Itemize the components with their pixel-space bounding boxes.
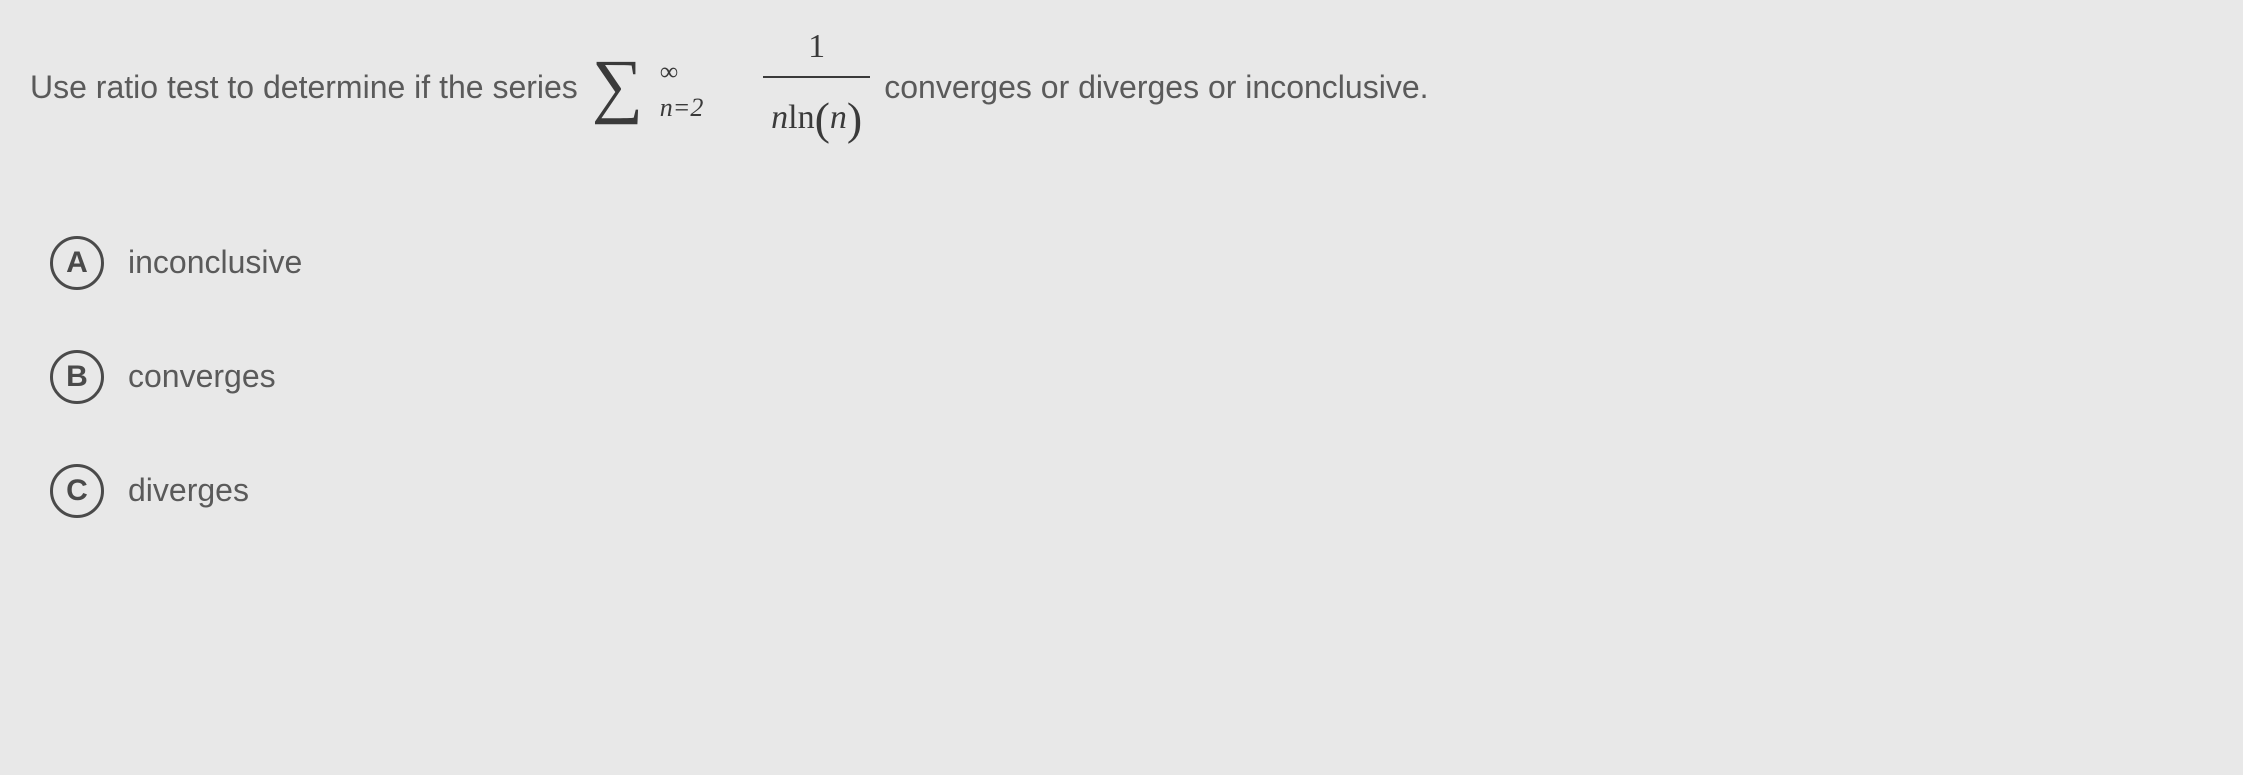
option-label: inconclusive [128,244,302,281]
option-letter-circle: C [50,464,104,518]
summation-symbol: ∑ ∞ n=2 [592,49,643,127]
sigma-lower-bound: n=2 [660,87,704,129]
question-part1: Use ratio test to determine if the serie… [30,62,578,113]
option-label: diverges [128,472,249,509]
fraction: 1 nln(n) [763,20,870,156]
options-list: A inconclusive B converges C diverges [50,236,2213,518]
math-expression: ∑ ∞ n=2 1 nln(n) [592,20,870,156]
option-letter-circle: A [50,236,104,290]
option-c[interactable]: C diverges [50,464,2213,518]
question-part2: converges or diverges or inconclusive. [884,62,1428,113]
fraction-denominator: nln(n) [763,78,870,156]
question-prompt: Use ratio test to determine if the serie… [30,20,2213,156]
fraction-numerator: 1 [800,20,833,76]
option-b[interactable]: B converges [50,350,2213,404]
option-label: converges [128,358,276,395]
option-letter-circle: B [50,350,104,404]
option-a[interactable]: A inconclusive [50,236,2213,290]
